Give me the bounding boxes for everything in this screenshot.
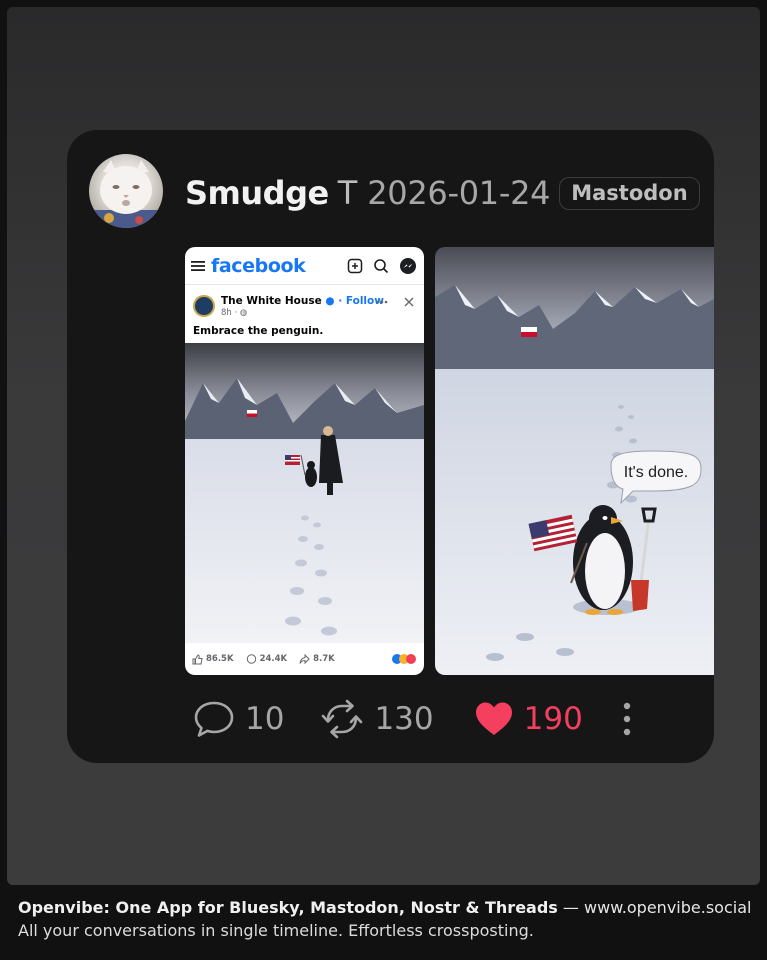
facebook-topbar: facebook xyxy=(185,247,424,285)
messenger-icon xyxy=(400,257,416,274)
reply-button[interactable]: 10 xyxy=(193,698,284,740)
verified-icon: ● xyxy=(325,295,335,307)
facebook-post-header: The White House ● · Follow 8h · ◍ Embrac… xyxy=(185,287,424,343)
penguin-scene-photo: It's done. xyxy=(435,247,714,675)
hamburger-menu-icon xyxy=(191,260,205,271)
facebook-caption: Embrace the penguin. xyxy=(193,325,324,337)
cat-avatar-image xyxy=(89,160,163,228)
promo-line: Openvibe: One App for Bluesky, Mastodon,… xyxy=(18,898,751,917)
more-vertical-icon xyxy=(623,702,630,736)
media-image-facebook-screenshot[interactable]: facebook The White House ● · Follow 8h ·… xyxy=(185,247,424,675)
promo-separator: — xyxy=(562,898,579,917)
like-count: 190 xyxy=(523,701,583,737)
facebook-page-name: The White House ● · Follow xyxy=(221,295,384,307)
platform-badge: Mastodon xyxy=(559,176,700,210)
promo-app-name: Openvibe: One App for Bluesky, Mastodon,… xyxy=(18,898,558,917)
like-button[interactable]: 190 xyxy=(474,700,583,738)
page-name-text: The White House xyxy=(221,295,322,307)
globe-icon: ◍ xyxy=(239,308,248,318)
snow-scene-photo xyxy=(185,343,424,643)
close-icon xyxy=(404,297,414,307)
add-icon xyxy=(347,258,363,273)
post-date: 2026-01-24 xyxy=(367,174,551,212)
facebook-reactions-bar: 86.5K 24.4K 8.7K xyxy=(185,643,424,675)
fb-comment-stat: 24.4K xyxy=(246,653,288,665)
author-initial[interactable]: T xyxy=(338,174,358,212)
share-icon xyxy=(299,653,310,664)
fb-share-count: 8.7K xyxy=(313,654,335,664)
speech-bubble-icon xyxy=(194,701,234,737)
white-house-avatar xyxy=(193,295,215,317)
reaction-icons xyxy=(392,654,416,664)
avatar[interactable] xyxy=(89,154,163,228)
repost-icon xyxy=(322,699,363,739)
search-icon xyxy=(374,258,389,273)
post-card[interactable]: Smudge T 2026-01-24 Mastodon facebook Th… xyxy=(67,130,714,763)
heart-icon xyxy=(475,702,512,735)
media-image-penguin[interactable]: It's done. xyxy=(435,247,714,675)
promo-url[interactable]: www.openvibe.social xyxy=(584,898,751,917)
fb-like-count: 86.5K xyxy=(206,654,234,664)
promo-tagline: All your conversations in single timelin… xyxy=(18,921,534,940)
comment-icon xyxy=(246,653,256,664)
repost-button[interactable]: 130 xyxy=(320,698,434,740)
speech-bubble-text: It's done. xyxy=(624,464,688,481)
more-options-icon xyxy=(376,300,388,304)
post-time-text: 8h xyxy=(221,308,232,318)
fb-share-stat: 8.7K xyxy=(299,653,335,665)
post-actions-bar: 10 130 190 xyxy=(193,696,633,742)
post-header: Smudge T 2026-01-24 Mastodon xyxy=(185,170,700,216)
more-menu-button[interactable] xyxy=(621,700,633,738)
fb-like-stat: 86.5K xyxy=(192,653,234,665)
reply-count: 10 xyxy=(245,701,285,737)
facebook-logo: facebook xyxy=(211,254,306,277)
fb-comment-count: 24.4K xyxy=(259,654,288,664)
author-name[interactable]: Smudge xyxy=(185,174,329,212)
facebook-post-time: 8h · ◍ xyxy=(221,308,248,318)
repost-count: 130 xyxy=(374,701,434,737)
screenshot-frame: Smudge T 2026-01-24 Mastodon facebook Th… xyxy=(7,7,760,885)
thumbs-up-icon xyxy=(192,653,203,664)
